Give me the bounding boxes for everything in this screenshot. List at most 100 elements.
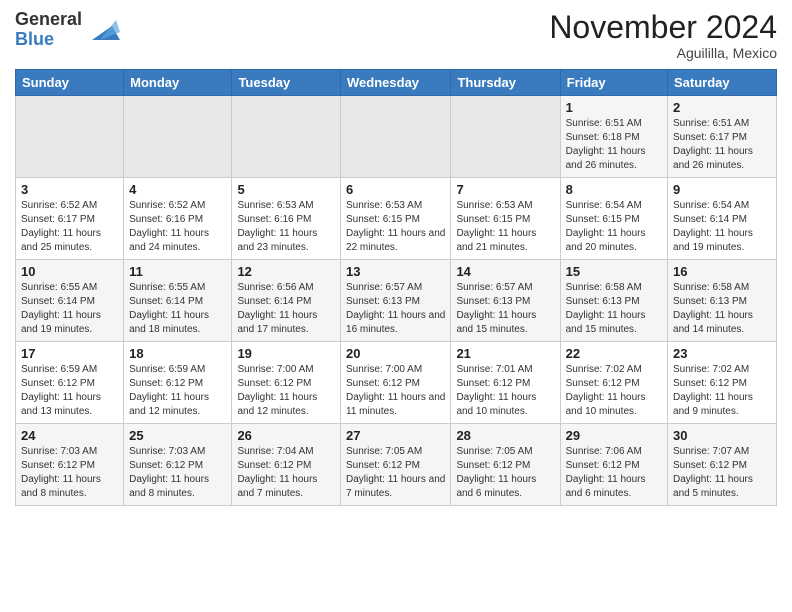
day-detail: Sunrise: 7:05 AMSunset: 6:12 PMDaylight:… [346,445,445,501]
day-number: 18 [129,346,226,361]
day-number: 17 [21,346,118,361]
weekday-header-monday: Monday [124,70,232,96]
day-detail: Sunrise: 7:04 AMSunset: 6:12 PMDaylight:… [237,445,335,501]
weekday-header-tuesday: Tuesday [232,70,341,96]
header: General Blue November 2024 Aguililla, Me… [15,10,777,61]
day-number: 15 [566,264,662,279]
calendar-cell: 13Sunrise: 6:57 AMSunset: 6:13 PMDayligh… [341,260,451,342]
calendar-cell: 10 Sunrise: 6:55 AMSunset: 6:14 PMDayligh… [16,260,124,342]
week-row-2: 3 Sunrise: 6:52 AMSunset: 6:17 PMDaylight… [16,178,777,260]
day-number: 27 [346,428,445,443]
day-detail: Sunrise: 6:57 AMSunset: 6:13 PMDaylight:… [346,281,445,337]
day-number: 4 [129,182,226,197]
day-detail: Sunrise: 6:58 AMSunset: 6:13 PMDaylight:… [566,281,662,337]
day-number: 11 [129,264,226,279]
day-number: 3 [21,182,118,197]
calendar-cell [16,96,124,178]
day-detail: Sunrise: 6:55 AMSunset: 6:14 PMDaylight:… [21,281,118,337]
day-number: 24 [21,428,118,443]
day-detail: Sunrise: 7:03 AMSunset: 6:12 PMDaylight:… [21,445,118,501]
day-detail: Sunrise: 7:05 AMSunset: 6:12 PMDaylight:… [456,445,554,501]
calendar-cell: 18 Sunrise: 6:59 AMSunset: 6:12 PMDayligh… [124,342,232,424]
day-number: 14 [456,264,554,279]
day-number: 21 [456,346,554,361]
weekday-header-thursday: Thursday [451,70,560,96]
calendar-cell: 3 Sunrise: 6:52 AMSunset: 6:17 PMDaylight… [16,178,124,260]
calendar-cell: 9 Sunrise: 6:54 AMSunset: 6:14 PMDaylight… [668,178,777,260]
day-number: 2 [673,100,771,115]
day-detail: Sunrise: 7:03 AMSunset: 6:12 PMDaylight:… [129,445,226,501]
day-detail: Sunrise: 6:58 AMSunset: 6:13 PMDaylight:… [673,281,771,337]
calendar-cell: 26 Sunrise: 7:04 AMSunset: 6:12 PMDayligh… [232,424,341,506]
weekday-header-row: SundayMondayTuesdayWednesdayThursdayFrid… [16,70,777,96]
calendar-cell: 2 Sunrise: 6:51 AMSunset: 6:17 PMDaylight… [668,96,777,178]
calendar-cell: 19 Sunrise: 7:00 AMSunset: 6:12 PMDayligh… [232,342,341,424]
day-number: 28 [456,428,554,443]
calendar: SundayMondayTuesdayWednesdayThursdayFrid… [15,69,777,506]
day-detail: Sunrise: 6:59 AMSunset: 6:12 PMDaylight:… [129,363,226,419]
day-detail: Sunrise: 6:54 AMSunset: 6:15 PMDaylight:… [566,199,662,255]
calendar-cell [124,96,232,178]
calendar-cell [341,96,451,178]
week-row-1: 1 Sunrise: 6:51 AMSunset: 6:18 PMDaylight… [16,96,777,178]
day-number: 19 [237,346,335,361]
calendar-cell: 28 Sunrise: 7:05 AMSunset: 6:12 PMDayligh… [451,424,560,506]
title-block: November 2024 Aguililla, Mexico [549,10,777,61]
calendar-cell: 7 Sunrise: 6:53 AMSunset: 6:15 PMDaylight… [451,178,560,260]
day-detail: Sunrise: 6:51 AMSunset: 6:17 PMDaylight:… [673,117,771,173]
weekday-header-sunday: Sunday [16,70,124,96]
day-detail: Sunrise: 7:02 AMSunset: 6:12 PMDaylight:… [566,363,662,419]
week-row-5: 24 Sunrise: 7:03 AMSunset: 6:12 PMDayligh… [16,424,777,506]
day-number: 12 [237,264,335,279]
day-detail: Sunrise: 6:52 AMSunset: 6:17 PMDaylight:… [21,199,118,255]
day-number: 10 [21,264,118,279]
calendar-cell: 27 Sunrise: 7:05 AMSunset: 6:12 PMDayligh… [341,424,451,506]
day-number: 5 [237,182,335,197]
calendar-cell [451,96,560,178]
calendar-cell: 21Sunrise: 7:01 AMSunset: 6:12 PMDayligh… [451,342,560,424]
calendar-cell: 22Sunrise: 7:02 AMSunset: 6:12 PMDayligh… [560,342,667,424]
logo-icon [84,12,120,48]
day-number: 25 [129,428,226,443]
calendar-cell: 23 Sunrise: 7:02 AMSunset: 6:12 PMDayligh… [668,342,777,424]
day-detail: Sunrise: 7:07 AMSunset: 6:12 PMDaylight:… [673,445,771,501]
calendar-cell: 29Sunrise: 7:06 AMSunset: 6:12 PMDayligh… [560,424,667,506]
page: General Blue November 2024 Aguililla, Me… [0,0,792,612]
day-number: 26 [237,428,335,443]
week-row-4: 17 Sunrise: 6:59 AMSunset: 6:12 PMDayligh… [16,342,777,424]
calendar-cell: 16Sunrise: 6:58 AMSunset: 6:13 PMDayligh… [668,260,777,342]
day-detail: Sunrise: 6:53 AMSunset: 6:16 PMDaylight:… [237,199,335,255]
day-detail: Sunrise: 6:55 AMSunset: 6:14 PMDaylight:… [129,281,226,337]
calendar-cell: 5 Sunrise: 6:53 AMSunset: 6:16 PMDaylight… [232,178,341,260]
location: Aguililla, Mexico [549,45,777,61]
calendar-cell: 6Sunrise: 6:53 AMSunset: 6:15 PMDaylight… [341,178,451,260]
weekday-header-friday: Friday [560,70,667,96]
calendar-cell: 15 Sunrise: 6:58 AMSunset: 6:13 PMDayligh… [560,260,667,342]
day-number: 9 [673,182,771,197]
day-detail: Sunrise: 7:02 AMSunset: 6:12 PMDaylight:… [673,363,771,419]
day-number: 23 [673,346,771,361]
day-detail: Sunrise: 7:00 AMSunset: 6:12 PMDaylight:… [237,363,335,419]
calendar-cell: 4 Sunrise: 6:52 AMSunset: 6:16 PMDaylight… [124,178,232,260]
day-number: 30 [673,428,771,443]
day-detail: Sunrise: 6:59 AMSunset: 6:12 PMDaylight:… [21,363,118,419]
calendar-cell: 24 Sunrise: 7:03 AMSunset: 6:12 PMDayligh… [16,424,124,506]
calendar-cell: 14Sunrise: 6:57 AMSunset: 6:13 PMDayligh… [451,260,560,342]
day-detail: Sunrise: 6:56 AMSunset: 6:14 PMDaylight:… [237,281,335,337]
weekday-header-saturday: Saturday [668,70,777,96]
day-detail: Sunrise: 7:06 AMSunset: 6:12 PMDaylight:… [566,445,662,501]
day-detail: Sunrise: 6:51 AMSunset: 6:18 PMDaylight:… [566,117,662,173]
calendar-cell: 11 Sunrise: 6:55 AMSunset: 6:14 PMDayligh… [124,260,232,342]
day-detail: Sunrise: 6:53 AMSunset: 6:15 PMDaylight:… [456,199,554,255]
day-detail: Sunrise: 6:54 AMSunset: 6:14 PMDaylight:… [673,199,771,255]
day-detail: Sunrise: 6:52 AMSunset: 6:16 PMDaylight:… [129,199,226,255]
weekday-header-wednesday: Wednesday [341,70,451,96]
day-number: 7 [456,182,554,197]
day-detail: Sunrise: 6:53 AMSunset: 6:15 PMDaylight:… [346,199,445,255]
calendar-cell: 12 Sunrise: 6:56 AMSunset: 6:14 PMDayligh… [232,260,341,342]
day-number: 1 [566,100,662,115]
day-detail: Sunrise: 7:00 AMSunset: 6:12 PMDaylight:… [346,363,445,419]
calendar-cell: 1 Sunrise: 6:51 AMSunset: 6:18 PMDaylight… [560,96,667,178]
day-number: 20 [346,346,445,361]
calendar-cell: 8Sunrise: 6:54 AMSunset: 6:15 PMDaylight… [560,178,667,260]
